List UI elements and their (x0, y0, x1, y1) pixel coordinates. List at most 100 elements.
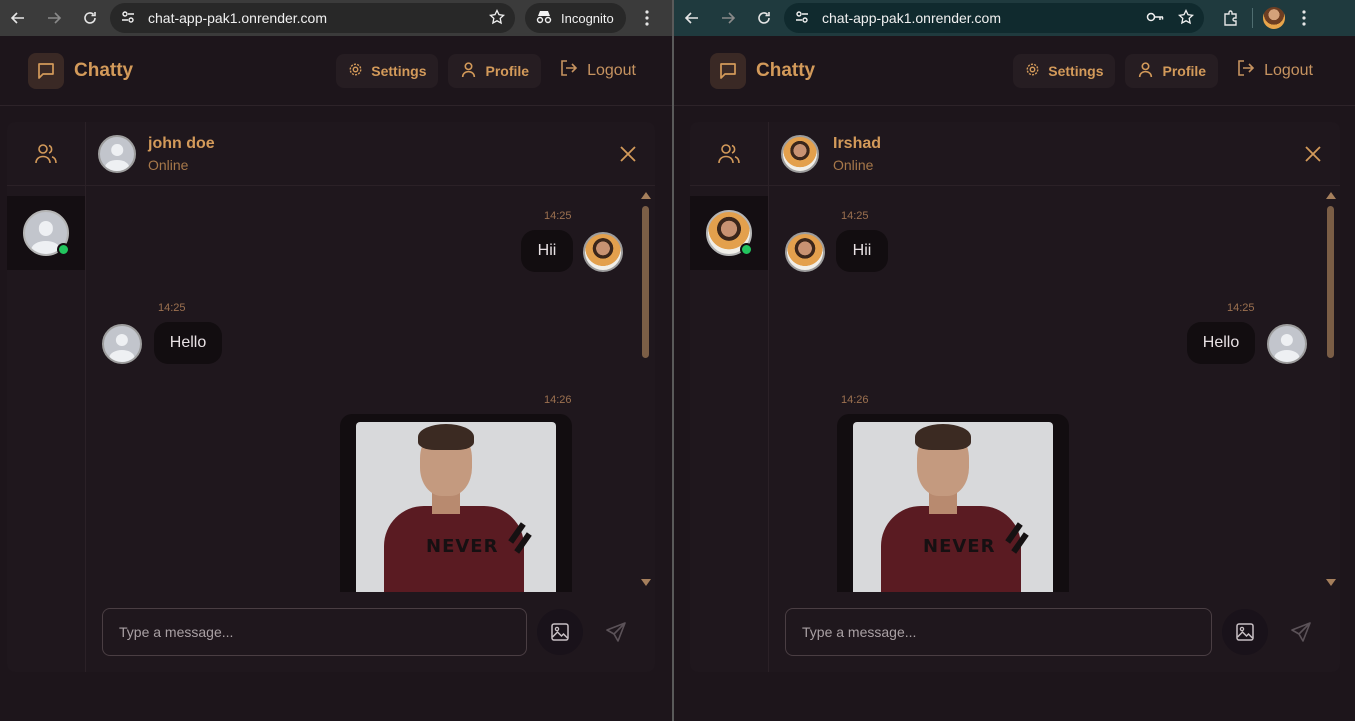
chat-container: john doe Online 14:25 Hii 14:25 Hello 14… (7, 122, 655, 672)
address-bar[interactable]: chat-app-pak1.onrender.com (110, 3, 515, 33)
sender-avatar (1267, 324, 1307, 364)
back-icon[interactable] (674, 0, 710, 36)
reload-icon[interactable] (72, 0, 108, 36)
chat-container: Irshad Online 14:25 Hii 14:25 Hello 14:2… (690, 122, 1340, 672)
brand-name: Chatty (756, 59, 816, 81)
contacts-sidebar (690, 122, 769, 672)
logout-label: Logout (1264, 61, 1313, 79)
extensions-icon[interactable] (1216, 3, 1246, 33)
contacts-sidebar (7, 122, 86, 672)
image-upload-icon[interactable] (537, 609, 583, 655)
profile-button[interactable]: Profile (448, 53, 542, 88)
message-time: 14:25 (158, 302, 186, 314)
sender-avatar (785, 232, 825, 272)
left-browser-window: chat-app-pak1.onrender.com Incognito Cha… (0, 0, 672, 721)
image-message[interactable]: NEVER (340, 414, 572, 592)
profile-label: Profile (1162, 62, 1207, 79)
send-icon[interactable] (593, 609, 639, 655)
bookmark-star-icon[interactable] (488, 8, 506, 28)
image-message[interactable]: NEVER (837, 414, 1069, 592)
scroll-down-arrow[interactable] (641, 579, 651, 586)
brand[interactable]: Chatty (710, 52, 816, 89)
message-composer (86, 592, 655, 672)
message-bubble: Hii (836, 230, 888, 272)
message-bubble: Hello (1187, 322, 1255, 364)
message-composer (769, 592, 1340, 672)
toolbar-separator (1252, 8, 1253, 28)
logout-icon (1236, 58, 1256, 83)
scroll-down-arrow[interactable] (1326, 579, 1336, 586)
close-icon[interactable] (1298, 139, 1328, 169)
message-time: 14:26 (544, 394, 572, 406)
scroll-thumb[interactable] (642, 206, 649, 358)
browser-toolbar: chat-app-pak1.onrender.com Incognito (0, 0, 672, 36)
sender-avatar (583, 232, 623, 272)
chat-header: john doe Online (86, 122, 655, 186)
online-indicator (740, 243, 753, 256)
attached-photo[interactable]: NEVER (853, 422, 1053, 592)
address-bar[interactable]: chat-app-pak1.onrender.com (784, 3, 1204, 33)
gear-icon (1025, 62, 1040, 80)
logout-button[interactable]: Logout (1228, 58, 1321, 83)
site-settings-icon[interactable] (120, 9, 136, 28)
scrollbar[interactable] (1326, 190, 1336, 592)
logout-label: Logout (587, 61, 636, 79)
contacts-icon[interactable] (7, 122, 85, 186)
bookmark-star-icon[interactable] (1177, 8, 1195, 28)
brand-name: Chatty (74, 59, 134, 81)
incognito-badge[interactable]: Incognito (525, 3, 626, 33)
settings-label: Settings (371, 62, 427, 79)
message-time: 14:25 (841, 210, 869, 222)
contact-item[interactable] (7, 196, 85, 270)
message-time: 14:25 (544, 210, 572, 222)
message-input[interactable] (785, 608, 1212, 656)
profile-avatar-icon[interactable] (1259, 3, 1289, 33)
back-icon[interactable] (0, 0, 36, 36)
message-list: 14:25 Hii 14:25 Hello 14:26 NEVER (769, 186, 1340, 592)
scrollbar[interactable] (641, 190, 651, 592)
url-text[interactable]: chat-app-pak1.onrender.com (822, 10, 1146, 26)
attached-photo[interactable]: NEVER (356, 422, 556, 592)
key-icon[interactable] (1146, 10, 1164, 26)
header-avatar (781, 134, 819, 173)
forward-icon[interactable] (710, 0, 746, 36)
message-time: 14:25 (1227, 302, 1255, 314)
settings-button[interactable]: Settings (1013, 53, 1116, 88)
menu-kebab-icon[interactable] (632, 3, 662, 33)
send-icon[interactable] (1278, 609, 1324, 655)
settings-label: Settings (1048, 62, 1104, 79)
header-avatar (98, 134, 136, 173)
message-list: 14:25 Hii 14:25 Hello 14:26 NEVER (86, 186, 655, 592)
contact-item[interactable] (690, 196, 768, 270)
image-upload-icon[interactable] (1222, 609, 1268, 655)
browser-toolbar: chat-app-pak1.onrender.com (674, 0, 1355, 36)
scroll-up-arrow[interactable] (641, 192, 651, 199)
sender-avatar (102, 324, 142, 364)
message-time: 14:26 (841, 394, 869, 406)
url-text[interactable]: chat-app-pak1.onrender.com (148, 10, 489, 26)
shirt-print-text: NEVER (923, 536, 996, 557)
chat-panel: john doe Online 14:25 Hii 14:25 Hello 14… (86, 122, 655, 672)
brand[interactable]: Chatty (28, 52, 134, 89)
scroll-up-arrow[interactable] (1326, 192, 1336, 199)
message-bubble: Hii (521, 230, 573, 272)
chat-partner-name: Irshad (833, 134, 882, 152)
logout-button[interactable]: Logout (551, 58, 644, 83)
chat-partner-name: john doe (148, 134, 215, 152)
menu-kebab-icon[interactable] (1289, 3, 1319, 33)
reload-icon[interactable] (746, 0, 782, 36)
close-icon[interactable] (613, 139, 643, 169)
settings-button[interactable]: Settings (336, 53, 439, 88)
chat-panel: Irshad Online 14:25 Hii 14:25 Hello 14:2… (769, 122, 1340, 672)
message-input[interactable] (102, 608, 527, 656)
shirt-print-text: NEVER (426, 536, 499, 557)
forward-icon[interactable] (36, 0, 72, 36)
chat-bubble-icon (28, 52, 64, 89)
app-navbar: Chatty Settings Profile Logout (674, 36, 1355, 106)
profile-button[interactable]: Profile (1125, 53, 1219, 88)
incognito-icon (535, 10, 553, 27)
scroll-thumb[interactable] (1327, 206, 1334, 358)
chat-header: Irshad Online (769, 122, 1340, 186)
contacts-icon[interactable] (690, 122, 768, 186)
site-settings-icon[interactable] (794, 9, 810, 28)
